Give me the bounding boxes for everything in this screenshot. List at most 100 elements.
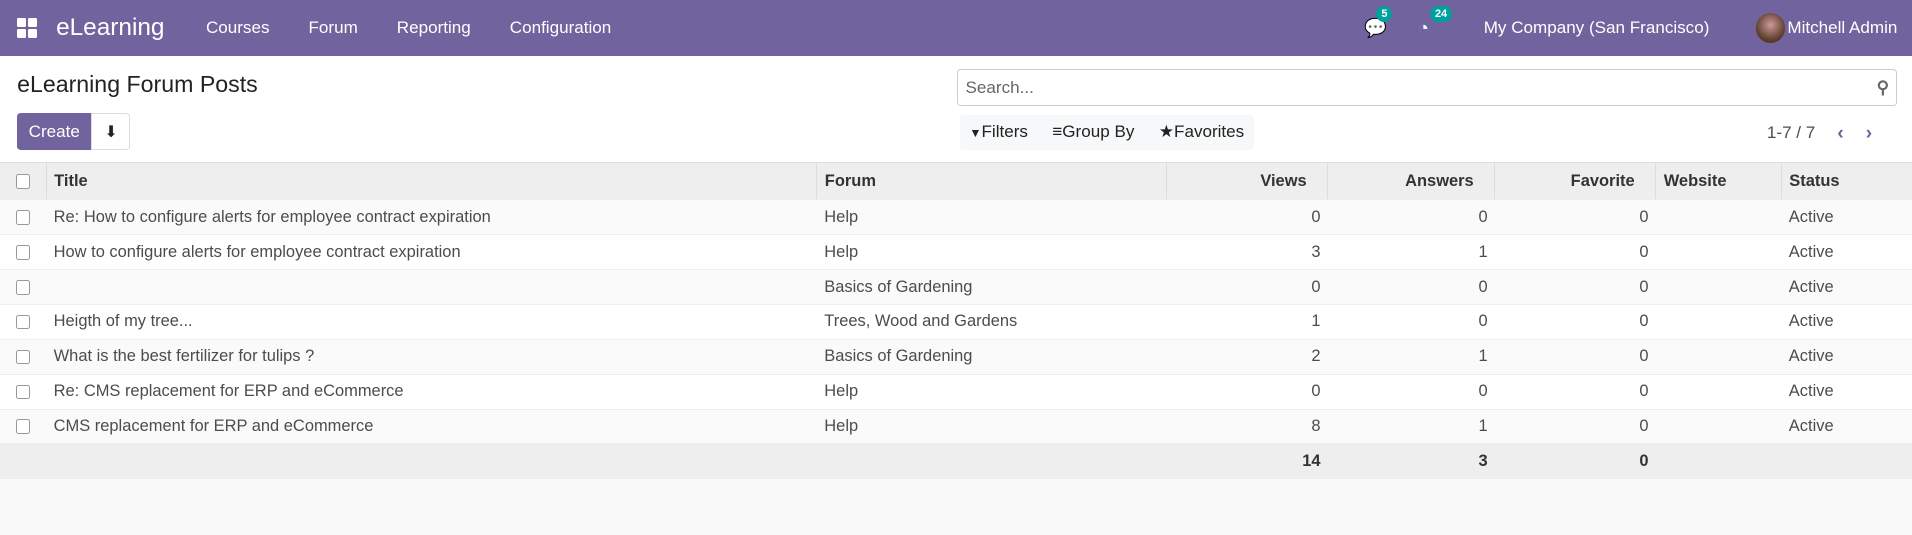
group-by-button[interactable]: ≡Group By — [1052, 122, 1134, 142]
cell-status: Active — [1781, 374, 1912, 410]
cell-website — [1655, 199, 1782, 236]
column-title[interactable]: Title — [46, 163, 818, 201]
total-favorite: 0 — [1494, 443, 1656, 480]
cell-views: 0 — [1166, 199, 1328, 236]
menu-reporting[interactable]: Reporting — [377, 18, 490, 38]
activities-button[interactable]: ◔ 24 — [1418, 6, 1453, 39]
menu-configuration[interactable]: Configuration — [490, 18, 631, 38]
control-panel: eLearning Forum Posts Create ⬇ Search...… — [0, 56, 1912, 164]
table-row[interactable]: Heigth of my tree... Trees, Wood and Gard… — [0, 304, 1912, 340]
avatar[interactable] — [1755, 13, 1785, 43]
cell-forum: Help — [816, 374, 1167, 410]
column-website[interactable]: Website — [1655, 163, 1782, 201]
cell-views: 1 — [1166, 304, 1328, 340]
star-icon: ★ — [1158, 122, 1175, 142]
cell-status: Active — [1781, 409, 1912, 445]
table-row[interactable]: Basics of Gardening 0 0 0 Active — [0, 269, 1912, 306]
pager: 1-7 / 7 ‹ › — [1767, 122, 1872, 145]
cell-status: Active — [1781, 304, 1912, 340]
cell-views: 8 — [1166, 409, 1328, 445]
table-row[interactable]: Re: How to configure alerts for employee… — [0, 199, 1912, 236]
filter-icon: ▼ — [969, 126, 982, 141]
column-forum[interactable]: Forum — [816, 163, 1168, 201]
row-checkbox[interactable] — [0, 304, 47, 340]
messages-button[interactable]: 💬 5 — [1364, 6, 1393, 39]
activities-badge: 24 — [1430, 6, 1453, 22]
cell-answers: 0 — [1327, 374, 1495, 410]
cell-favorite: 0 — [1494, 339, 1656, 375]
column-views[interactable]: Views — [1166, 163, 1329, 201]
row-checkbox[interactable] — [0, 409, 47, 445]
row-checkbox[interactable] — [0, 199, 47, 236]
cell-answers: 0 — [1327, 304, 1495, 340]
totals-spacer — [0, 443, 47, 480]
table-row[interactable]: Re: CMS replacement for ERP and eCommerc… — [0, 374, 1912, 410]
cell-status: Active — [1781, 269, 1912, 306]
row-checkbox[interactable] — [0, 374, 47, 410]
messages-badge: 5 — [1376, 6, 1393, 22]
search-placeholder: Search... — [965, 77, 1034, 97]
cell-website — [1655, 234, 1782, 271]
create-button[interactable]: Create — [17, 113, 92, 150]
cell-status: Active — [1781, 339, 1912, 375]
menu-forum[interactable]: Forum — [289, 18, 377, 38]
totals-spacer — [1781, 443, 1912, 480]
cell-status: Active — [1781, 199, 1912, 236]
pager-value[interactable]: 1-7 / 7 — [1767, 123, 1815, 143]
column-answers[interactable]: Answers — [1327, 163, 1496, 201]
cell-views: 0 — [1166, 374, 1328, 410]
app-brand[interactable]: eLearning — [56, 14, 164, 42]
page-title: eLearning Forum Posts — [17, 70, 258, 97]
filters-button[interactable]: ▼Filters — [969, 122, 1028, 142]
cell-website — [1655, 269, 1782, 306]
cell-forum: Basics of Gardening — [816, 339, 1167, 375]
top-navbar: eLearning Courses Forum Reporting Config… — [0, 0, 1912, 57]
select-all-checkbox[interactable] — [0, 163, 47, 201]
cell-favorite: 0 — [1494, 199, 1656, 236]
cell-favorite: 0 — [1494, 234, 1656, 271]
search-icon[interactable]: ⚲ — [1877, 78, 1890, 98]
totals-spacer — [816, 443, 1167, 480]
table-row[interactable]: CMS replacement for ERP and eCommerce Hel… — [0, 409, 1912, 445]
row-checkbox[interactable] — [0, 339, 47, 375]
apps-menu-icon[interactable] — [17, 18, 37, 38]
cell-forum: Help — [816, 409, 1167, 445]
chevron-right-icon[interactable]: › — [1866, 122, 1873, 145]
list-table: Title Forum Views Answers Favorite Websi… — [0, 163, 1912, 480]
cell-forum: Help — [816, 199, 1167, 236]
row-checkbox[interactable] — [0, 269, 47, 306]
table-row[interactable]: How to configure alerts for employee con… — [0, 234, 1912, 271]
cell-answers: 1 — [1327, 409, 1495, 445]
total-answers: 3 — [1327, 443, 1495, 480]
table-row[interactable]: What is the best fertilizer for tulips ?… — [0, 339, 1912, 375]
cell-favorite: 0 — [1494, 269, 1656, 306]
chevron-left-icon[interactable]: ‹ — [1837, 122, 1844, 145]
cell-favorite: 0 — [1494, 409, 1656, 445]
user-menu[interactable]: Mitchell Admin — [1787, 18, 1897, 38]
cell-forum: Basics of Gardening — [816, 269, 1167, 306]
table-header: Title Forum Views Answers Favorite Websi… — [0, 163, 1912, 201]
cell-website — [1655, 409, 1782, 445]
cell-title: What is the best fertilizer for tulips ? — [46, 339, 817, 375]
search-input[interactable]: Search... ⚲ — [957, 69, 1898, 107]
row-checkbox[interactable] — [0, 234, 47, 271]
cell-title: CMS replacement for ERP and eCommerce — [46, 409, 817, 445]
totals-spacer — [46, 443, 817, 480]
company-switcher[interactable]: My Company (San Francisco) — [1484, 18, 1710, 38]
totals-spacer — [1655, 443, 1782, 480]
cell-title: Re: CMS replacement for ERP and eCommerc… — [46, 374, 817, 410]
cell-website — [1655, 374, 1782, 410]
export-button[interactable]: ⬇ — [91, 113, 131, 150]
menu-courses[interactable]: Courses — [186, 18, 289, 38]
column-status[interactable]: Status — [1781, 163, 1912, 201]
cell-title: How to configure alerts for employee con… — [46, 234, 817, 271]
cell-views: 3 — [1166, 234, 1328, 271]
favorites-label: Favorites — [1174, 122, 1245, 142]
cell-views: 2 — [1166, 339, 1328, 375]
totals-row: 14 3 0 — [0, 443, 1912, 480]
cell-title: Re: How to configure alerts for employee… — [46, 199, 817, 236]
cell-title — [46, 269, 817, 306]
favorites-button[interactable]: ★Favorites — [1159, 122, 1244, 142]
cell-status: Active — [1781, 234, 1912, 271]
column-favorite[interactable]: Favorite — [1494, 163, 1657, 201]
